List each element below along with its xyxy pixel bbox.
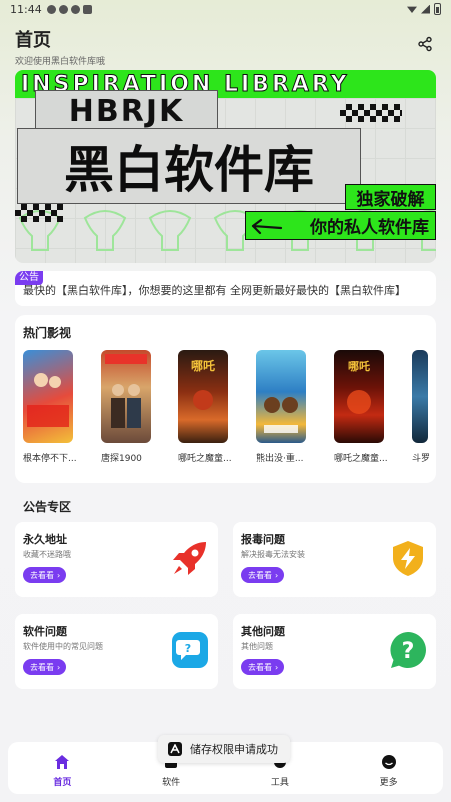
header: 首页 欢迎使用黑白软件库哦 [15,26,436,67]
question-bubble-icon: ? [390,632,426,668]
banner-brand: HBRJK [35,90,218,132]
status-time: 11:44 [10,2,42,16]
chevron-right-icon: › [275,570,279,580]
notice-text: 最快的【黑白软件库】，你想要的这里都有 全网更新最好最快的【黑白软件库】 [23,284,406,297]
view-button[interactable]: 去看看 › [23,567,67,583]
nav-label: 工具 [270,778,289,788]
toast-text: 储存权限申请成功 [190,743,278,756]
card-software-issues[interactable]: 软件问题 软件使用中的常见问题 去看看 › ? [15,614,218,689]
nav-label: 更多 [379,778,398,788]
chevron-right-icon: › [275,662,279,672]
view-button-label: 去看看 [30,570,54,580]
poster-art [105,354,147,428]
card-title: 其他问题 [241,625,285,638]
page-subtitle: 欢迎使用黑白软件库哦 [15,57,106,67]
view-button-label: 去看看 [248,662,272,672]
poster-art: 哪吒 [347,359,371,414]
svg-text:哪吒: 哪吒 [191,358,215,373]
card-title: 永久地址 [23,533,67,546]
page-title: 首页 [15,30,51,51]
movie-poster[interactable] [256,350,306,443]
nav-item-more[interactable]: 更多 [334,742,443,794]
hot-movies-title: 热门影视 [23,326,72,340]
chevron-right-icon: › [57,570,61,580]
wifi-icon [407,6,417,13]
status-left: 11:44 [10,3,92,16]
movie-item[interactable]: 唐探1900 [101,350,153,464]
shield-lightning-icon [393,541,423,576]
movie-item[interactable]: 斗罗 [412,350,436,464]
movie-poster[interactable]: 哪吒 [178,350,228,443]
hot-movies-section: 热门影视 根本停不下... 唐探1900 哪吒 哪吒之魔童... 熊出没·重..… [15,315,436,483]
card-desc: 其他问题 [241,642,273,651]
movie-name: 唐探1900 [101,454,142,464]
svg-text:?: ? [402,639,415,664]
movie-name: 根本停不下... [23,454,77,464]
card-other-issues[interactable]: 其他问题 其他问题 去看看 › ? [233,614,436,689]
card-virus-report[interactable]: 报毒问题 解决报毒无法安装 去看看 › [233,522,436,597]
arrow-left-icon [251,218,283,235]
rocket-icon [173,542,206,575]
movie-item[interactable]: 熊出没·重... [256,350,308,464]
movie-poster[interactable] [101,350,151,443]
view-button[interactable]: 去看看 › [241,659,285,675]
view-button-label: 去看看 [30,662,54,672]
card-title: 软件问题 [23,625,67,638]
poster-art [27,373,69,427]
share-icon[interactable] [417,36,433,52]
checker-pattern-top [340,104,402,122]
card-desc: 解决报毒无法安装 [241,550,305,559]
checker-pattern-left [15,204,63,222]
status-right [407,3,441,15]
chat-question-icon: ? [172,632,208,668]
svg-text:?: ? [185,642,191,655]
movie-poster[interactable] [412,350,428,443]
smile-icon [381,755,396,769]
announcements-title: 公告专区 [23,500,72,514]
home-icon [55,755,70,769]
view-button[interactable]: 去看看 › [23,659,67,675]
card-desc: 软件使用中的常见问题 [23,642,103,651]
app-logo-icon [168,742,182,756]
view-button[interactable]: 去看看 › [241,567,285,583]
movie-item[interactable]: 哪吒 哪吒之魔童... [334,350,388,464]
toast-message: 储存权限申请成功 [158,735,290,763]
card-permanent-address[interactable]: 永久地址 收藏不迷路哦 去看看 › [15,522,218,597]
telegram-icon [58,4,68,14]
status-bar: 11:44 [0,0,451,18]
card-title: 报毒问题 [241,533,285,546]
banner-carousel[interactable]: INSPIRATION LIBRARY HBRJK 黑白软件库 独家破解 你的私… [15,70,436,263]
nav-item-home[interactable]: 首页 [8,742,117,794]
tag-exclusive: 独家破解 [345,184,436,210]
movie-item[interactable]: 根本停不下... [23,350,77,464]
banner-title: 黑白软件库 [17,128,361,204]
movie-name: 熊出没·重... [256,454,304,464]
svg-text:哪吒: 哪吒 [348,359,370,373]
nav-label: 软件 [162,778,181,788]
poster-art: 哪吒 [191,358,215,410]
card-desc: 收藏不迷路哦 [23,550,71,559]
telegram-icon [70,4,80,14]
movie-list[interactable]: 根本停不下... 唐探1900 哪吒 哪吒之魔童... 熊出没·重... 哪吒 … [23,350,436,470]
poster-art [264,397,298,433]
movie-name: 斗罗 [412,454,431,464]
movie-poster[interactable]: 哪吒 [334,350,384,443]
android-icon [82,4,92,14]
chevron-right-icon: › [57,662,61,672]
movie-name: 哪吒之魔童... [334,454,388,464]
movie-poster[interactable] [23,350,73,443]
movie-item[interactable]: 哪吒 哪吒之魔童... [178,350,232,464]
notification-icon [46,4,56,14]
battery-icon [434,3,441,15]
notice-bar[interactable]: 公告 最快的【黑白软件库】，你想要的这里都有 全网更新最好最快的【黑白软件库】 [15,271,436,306]
signal-icon [421,4,430,14]
notification-icons [46,4,92,14]
nav-label: 首页 [53,778,72,788]
movie-name: 哪吒之魔童... [178,454,232,464]
view-button-label: 去看看 [248,570,272,580]
